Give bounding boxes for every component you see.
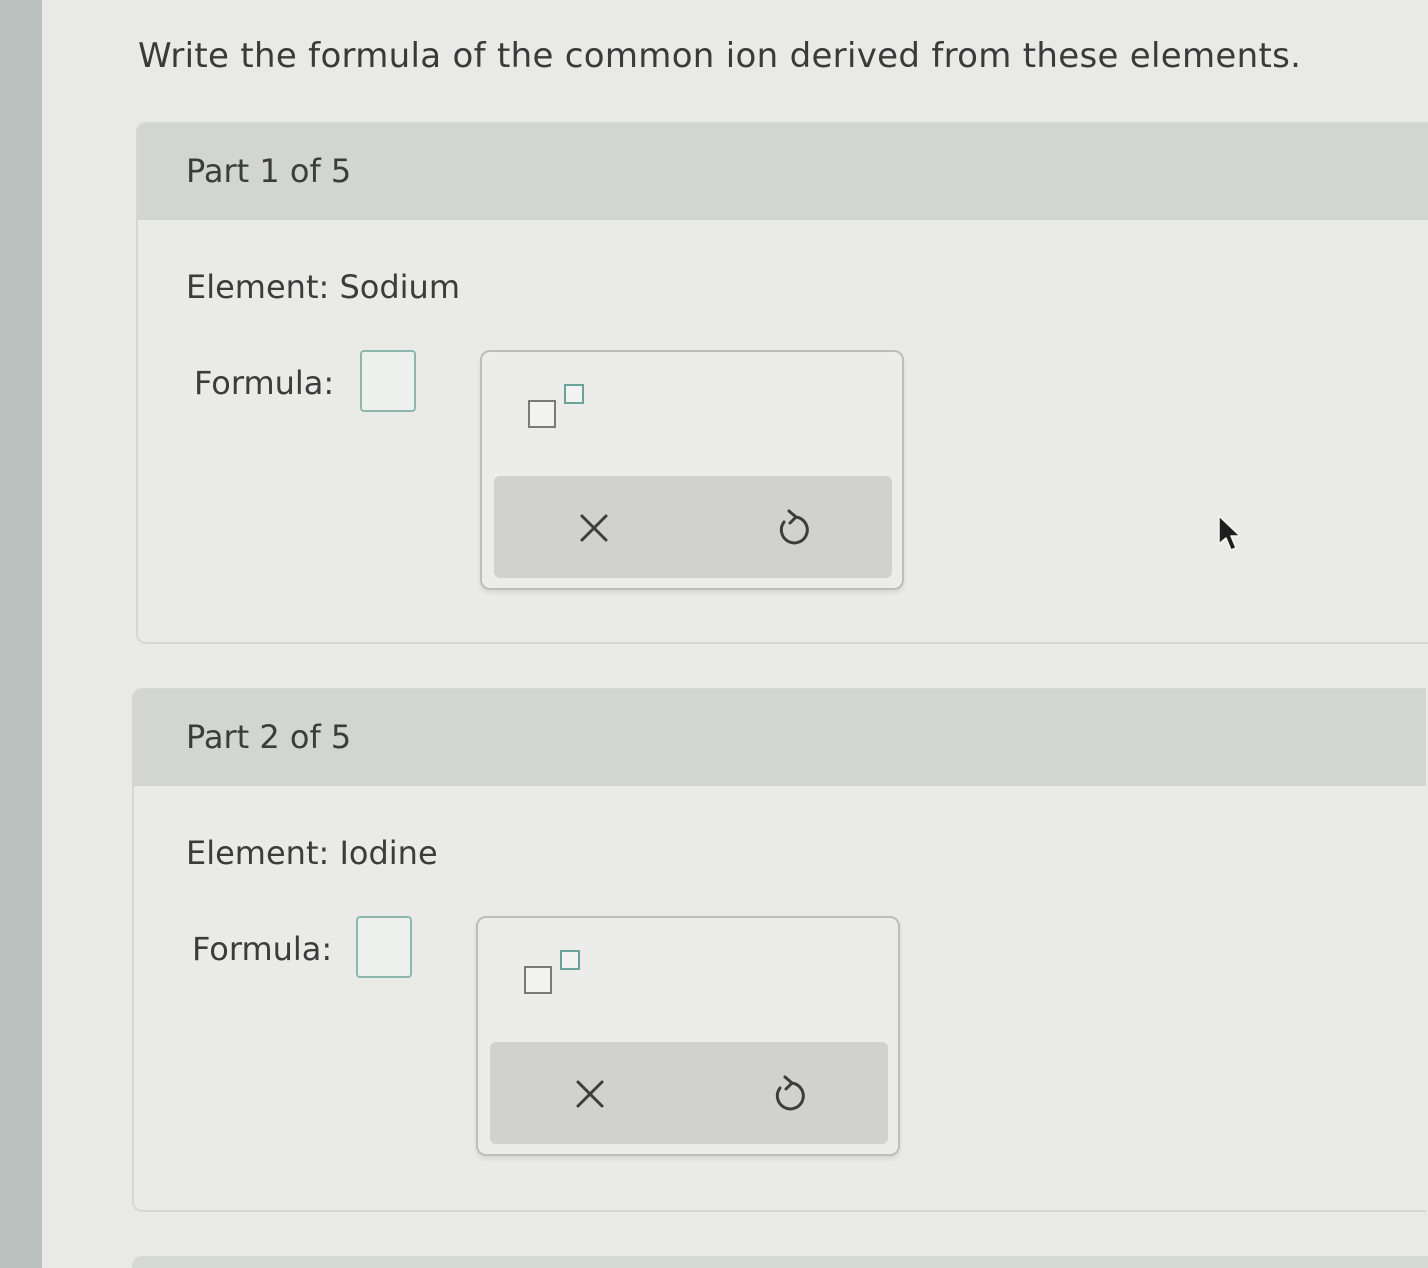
part-2-formula-input[interactable] (356, 916, 412, 978)
part-2-element: Element: Iodine (186, 834, 438, 872)
part-1-action-bar (494, 476, 892, 578)
part-2-title: Part 2 of 5 (186, 718, 352, 756)
part-1-card: Part 1 of 5 Element: Sodium Formula: (136, 122, 1428, 644)
clear-icon[interactable] (560, 1064, 620, 1124)
question-prompt: Write the formula of the common ion deri… (138, 36, 1302, 76)
clear-icon[interactable] (564, 498, 624, 558)
part-1-title: Part 1 of 5 (186, 152, 352, 190)
part-3-card-edge (132, 1256, 1428, 1268)
superscript-icon[interactable] (524, 950, 588, 1006)
superscript-base-box (528, 400, 556, 428)
question-page: Write the formula of the common ion deri… (0, 0, 1428, 1268)
part-1-header[interactable]: Part 1 of 5 (138, 124, 1428, 220)
part-1-element: Element: Sodium (186, 268, 460, 306)
part-2-card: Part 2 of 5 Element: Iodine Formula: (132, 688, 1426, 1212)
undo-icon[interactable] (762, 498, 822, 558)
part-2-answer-palette (476, 916, 900, 1156)
mouse-pointer-icon (1216, 514, 1244, 558)
superscript-base-box (524, 966, 552, 994)
superscript-icon[interactable] (528, 384, 592, 440)
superscript-exponent-box (564, 384, 584, 404)
undo-icon[interactable] (758, 1064, 818, 1124)
part-1-answer-palette (480, 350, 904, 590)
part-2-formula-label: Formula: (192, 930, 333, 968)
part-1-formula-label: Formula: (194, 364, 335, 402)
part-2-header[interactable]: Part 2 of 5 (134, 690, 1426, 786)
superscript-exponent-box (560, 950, 580, 970)
part-1-formula-input[interactable] (360, 350, 416, 412)
part-2-action-bar (490, 1042, 888, 1144)
